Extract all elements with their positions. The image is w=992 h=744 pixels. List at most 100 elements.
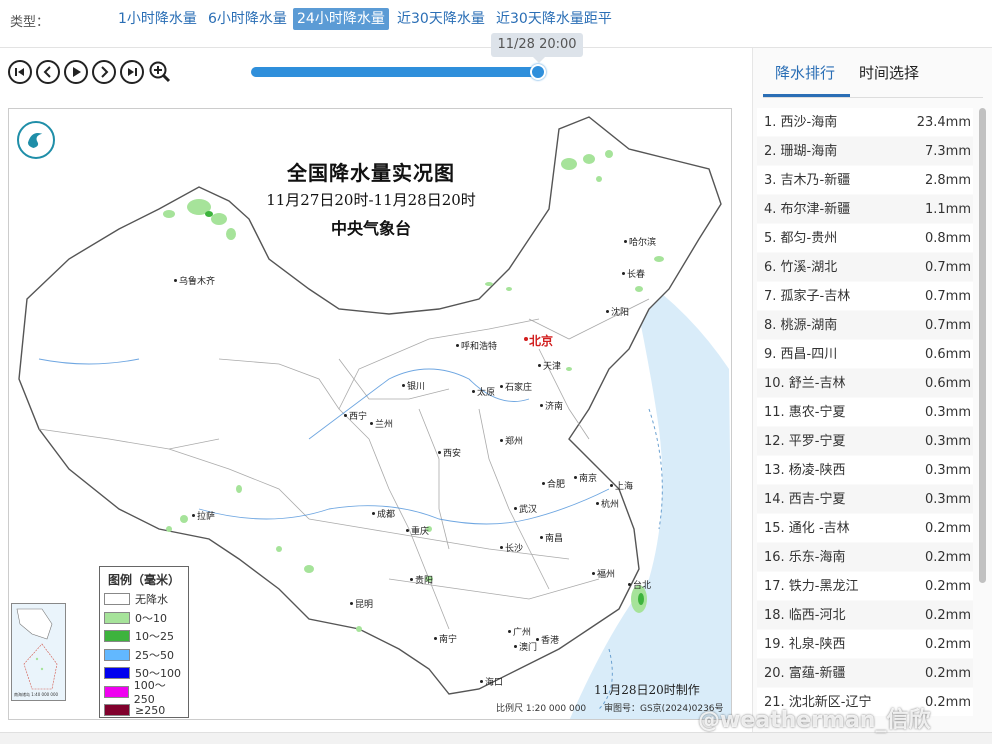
precip-value: 0.2mm xyxy=(924,666,971,681)
station-name: 17. 铁力-黑龙江 xyxy=(764,579,859,594)
precip-value: 0.2mm xyxy=(924,637,971,652)
tab-30d-precip[interactable]: 近30天降水量 xyxy=(393,8,489,30)
city-label: 天津 xyxy=(537,359,561,372)
station-name: 6. 竹溪-湖北 xyxy=(764,260,838,275)
legend-item: 无降水 xyxy=(104,590,184,609)
ranking-row[interactable]: 15. 通化 -吉林 0.2mm xyxy=(757,514,973,543)
city-label: 重庆 xyxy=(405,524,429,537)
city-label: 银川 xyxy=(401,379,425,392)
prev-icon[interactable] xyxy=(36,60,60,84)
ranking-row[interactable]: 1. 西沙-海南 23.4mm xyxy=(757,108,973,137)
ranking-row[interactable]: 4. 布尔津-新疆 1.1mm xyxy=(757,195,973,224)
precip-value: 0.7mm xyxy=(924,289,971,304)
play-icon[interactable] xyxy=(64,60,88,84)
map-legend: 图例（毫米） 无降水 0～10 10～25 25～50 50～100 100～2… xyxy=(99,566,189,718)
city-label: 台北 xyxy=(627,578,651,591)
watermark: @weatherman_信欣 xyxy=(698,708,931,733)
ranking-row[interactable]: 11. 惠农-宁夏 0.3mm xyxy=(757,398,973,427)
ranking-row[interactable]: 19. 礼泉-陕西 0.2mm xyxy=(757,630,973,659)
legend-label: 100～250 xyxy=(133,679,166,707)
ranking-row[interactable]: 14. 西吉-宁夏 0.3mm xyxy=(757,485,973,514)
station-name: 12. 平罗-宁夏 xyxy=(764,434,846,449)
station-name: 14. 西吉-宁夏 xyxy=(764,492,846,507)
precip-value: 0.3mm xyxy=(924,405,971,420)
city-label: 合肥 xyxy=(541,477,565,490)
city-label: 乌鲁木齐 xyxy=(173,274,215,287)
precip-value: 0.6mm xyxy=(924,347,971,362)
ranking-row[interactable]: 20. 富蕴-新疆 0.2mm xyxy=(757,659,973,688)
city-label: 哈尔滨 xyxy=(623,235,656,248)
ranking-row[interactable]: 16. 乐东-海南 0.2mm xyxy=(757,543,973,572)
station-name: 5. 都匀-贵州 xyxy=(764,231,838,246)
precip-value: 0.2mm xyxy=(924,608,971,623)
legend-label: 无降水 xyxy=(135,593,168,607)
city-label: 沈阳 xyxy=(605,305,629,318)
precip-value: 0.7mm xyxy=(924,260,971,275)
skip-first-icon[interactable] xyxy=(8,60,32,84)
ranking-row[interactable]: 8. 桃源-湖南 0.7mm xyxy=(757,311,973,340)
time-tooltip: 11/28 20:00 xyxy=(491,33,583,63)
ranking-tabs: 降水排行 时间选择 xyxy=(763,48,983,98)
station-name: 9. 西昌-四川 xyxy=(764,347,838,362)
station-name: 10. 舒兰-吉林 xyxy=(764,376,846,391)
ranking-row[interactable]: 18. 临西-河北 0.2mm xyxy=(757,601,973,630)
ranking-row[interactable]: 13. 杨凌-陕西 0.3mm xyxy=(757,456,973,485)
precip-value: 0.3mm xyxy=(924,434,971,449)
time-slider-handle[interactable] xyxy=(530,64,546,80)
city-label: 武汉 xyxy=(513,502,537,515)
made-time: 11月28日20时制作 xyxy=(594,683,700,697)
legend-item: 10～25 xyxy=(104,627,184,646)
station-name: 8. 桃源-湖南 xyxy=(764,318,838,333)
tab-1h-precip[interactable]: 1小时降水量 xyxy=(114,8,201,30)
time-slider[interactable] xyxy=(251,64,546,80)
ranking-row[interactable]: 9. 西昌-四川 0.6mm xyxy=(757,340,973,369)
station-name: 20. 富蕴-新疆 xyxy=(764,666,846,681)
tab-6h-precip[interactable]: 6小时降水量 xyxy=(204,8,291,30)
legend-label: 25～50 xyxy=(135,648,174,662)
precip-value: 1.1mm xyxy=(924,202,971,217)
zoom-in-icon[interactable] xyxy=(148,60,172,84)
precip-value: 23.4mm xyxy=(916,115,971,130)
city-label: 广州 xyxy=(507,625,531,638)
ranking-row[interactable]: 6. 竹溪-湖北 0.7mm xyxy=(757,253,973,282)
ranking-row[interactable]: 7. 孤家子-吉林 0.7mm xyxy=(757,282,973,311)
ranking-panel: 降水排行 时间选择 1. 西沙-海南 23.4mm 2. 珊瑚-海南 7.3mm 3. … xyxy=(752,48,992,738)
map-scale: 比例尺 1:20 000 000 xyxy=(496,704,587,714)
ranking-row[interactable]: 12. 平罗-宁夏 0.3mm xyxy=(757,427,973,456)
legend-title: 图例（毫米） xyxy=(107,573,180,587)
city-label: 昆明 xyxy=(349,597,373,610)
ranking-row[interactable]: 5. 都匀-贵州 0.8mm xyxy=(757,224,973,253)
city-label: 上海 xyxy=(609,479,633,492)
next-icon[interactable] xyxy=(92,60,116,84)
station-name: 19. 礼泉-陕西 xyxy=(764,637,846,652)
city-label: 拉萨 xyxy=(191,509,215,522)
precip-value: 0.2mm xyxy=(924,579,971,594)
precip-value: 0.2mm xyxy=(924,695,971,710)
ranking-list[interactable]: 1. 西沙-海南 23.4mm 2. 珊瑚-海南 7.3mm 3. 吉木乃-新疆 2.8m… xyxy=(757,108,973,738)
skip-last-icon[interactable] xyxy=(120,60,144,84)
ranking-row[interactable]: 10. 舒兰-吉林 0.6mm xyxy=(757,369,973,398)
city-label: 南宁 xyxy=(433,632,457,645)
tab-precip-ranking[interactable]: 降水排行 xyxy=(775,62,835,83)
ranking-row[interactable]: 3. 吉木乃-新疆 2.8mm xyxy=(757,166,973,195)
tab-30d-anomaly[interactable]: 近30天降水量距平 xyxy=(492,8,616,30)
city-label: 香港 xyxy=(535,633,559,646)
city-label: 长春 xyxy=(621,267,645,280)
precip-value: 0.2mm xyxy=(924,521,971,536)
city-label: 西安 xyxy=(437,446,461,459)
precip-value: 0.7mm xyxy=(924,318,971,333)
legend-swatch xyxy=(104,630,130,643)
city-label: 贵阳 xyxy=(409,573,433,586)
city-label: 郑州 xyxy=(499,434,523,447)
tab-24h-precip[interactable]: 24小时降水量 xyxy=(293,8,389,30)
precip-value: 2.8mm xyxy=(924,173,971,188)
city-label: 海口 xyxy=(479,675,503,688)
legend-swatch xyxy=(104,667,130,680)
station-name: 1. 西沙-海南 xyxy=(764,115,838,130)
ranking-scrollbar[interactable] xyxy=(979,108,986,583)
tab-time-select[interactable]: 时间选择 xyxy=(859,62,919,83)
ranking-row[interactable]: 2. 珊瑚-海南 7.3mm xyxy=(757,137,973,166)
station-name: 15. 通化 -吉林 xyxy=(764,521,850,536)
station-name: 18. 临西-河北 xyxy=(764,608,846,623)
ranking-row[interactable]: 17. 铁力-黑龙江 0.2mm xyxy=(757,572,973,601)
